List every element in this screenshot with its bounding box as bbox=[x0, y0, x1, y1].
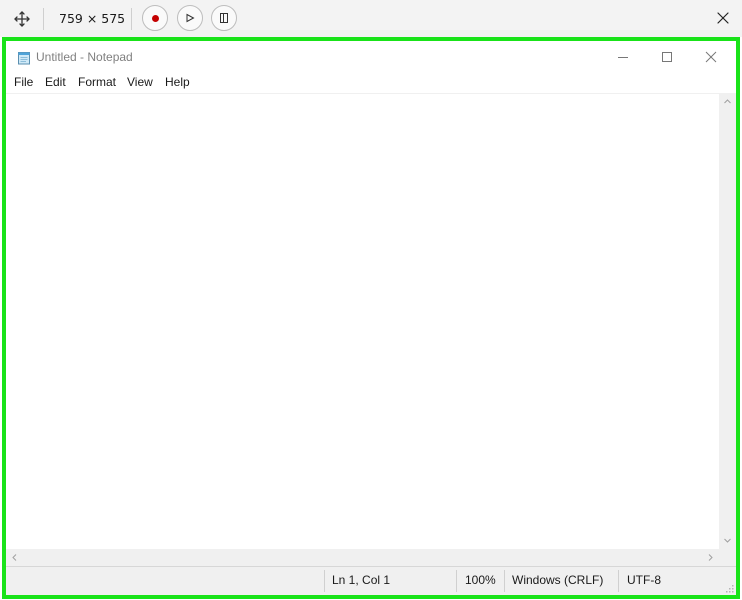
status-divider bbox=[456, 570, 457, 592]
scroll-up-icon[interactable] bbox=[719, 93, 736, 110]
menu-edit[interactable]: Edit bbox=[45, 75, 66, 89]
toolbar-divider bbox=[131, 8, 132, 30]
record-button[interactable] bbox=[142, 5, 168, 31]
close-icon bbox=[705, 51, 717, 63]
close-window-button[interactable] bbox=[689, 41, 733, 73]
capture-toolbar: 759 × 575 bbox=[0, 0, 742, 37]
menu-help[interactable]: Help bbox=[165, 75, 190, 89]
status-zoom: 100% bbox=[465, 573, 496, 587]
minimize-icon bbox=[618, 57, 628, 58]
maximize-icon bbox=[662, 52, 672, 62]
menu-file[interactable]: File bbox=[14, 75, 33, 89]
title-bar[interactable]: Untitled - Notepad bbox=[6, 41, 736, 73]
window-title: Untitled - Notepad bbox=[36, 50, 133, 64]
record-icon bbox=[151, 14, 159, 22]
vertical-scrollbar[interactable] bbox=[719, 93, 736, 549]
menu-view[interactable]: View bbox=[127, 75, 153, 89]
move-icon[interactable] bbox=[13, 10, 31, 28]
notepad-icon bbox=[17, 50, 31, 65]
status-position: Ln 1, Col 1 bbox=[332, 573, 391, 587]
scrollbar-corner bbox=[719, 549, 736, 566]
status-divider bbox=[504, 570, 505, 592]
capture-selection-frame: Untitled - Notepad File Edit Format View… bbox=[2, 37, 740, 599]
notepad-window: Untitled - Notepad File Edit Format View… bbox=[6, 41, 736, 595]
menu-bar: File Edit Format View Help bbox=[6, 73, 736, 92]
status-encoding: UTF-8 bbox=[627, 573, 661, 587]
text-editor[interactable] bbox=[6, 93, 719, 549]
toolbar-divider bbox=[43, 8, 44, 30]
play-button[interactable] bbox=[177, 5, 203, 31]
play-icon bbox=[186, 13, 195, 23]
status-divider bbox=[324, 570, 325, 592]
minimize-button[interactable] bbox=[601, 41, 645, 73]
status-line-ending: Windows (CRLF) bbox=[512, 573, 604, 587]
capture-size-label: 759 × 575 bbox=[59, 11, 126, 26]
scroll-left-icon[interactable] bbox=[6, 549, 23, 566]
frame-icon bbox=[220, 13, 228, 23]
frame-button[interactable] bbox=[211, 5, 237, 31]
scroll-right-icon[interactable] bbox=[702, 549, 719, 566]
scroll-down-icon[interactable] bbox=[719, 532, 736, 549]
close-icon[interactable] bbox=[714, 9, 732, 27]
menu-format[interactable]: Format bbox=[78, 75, 116, 89]
horizontal-scrollbar[interactable] bbox=[6, 549, 719, 566]
maximize-button[interactable] bbox=[645, 41, 689, 73]
status-bar: Ln 1, Col 1 100% Windows (CRLF) UTF-8 bbox=[6, 566, 736, 595]
status-divider bbox=[618, 570, 619, 592]
resize-grip-icon[interactable] bbox=[723, 582, 735, 594]
